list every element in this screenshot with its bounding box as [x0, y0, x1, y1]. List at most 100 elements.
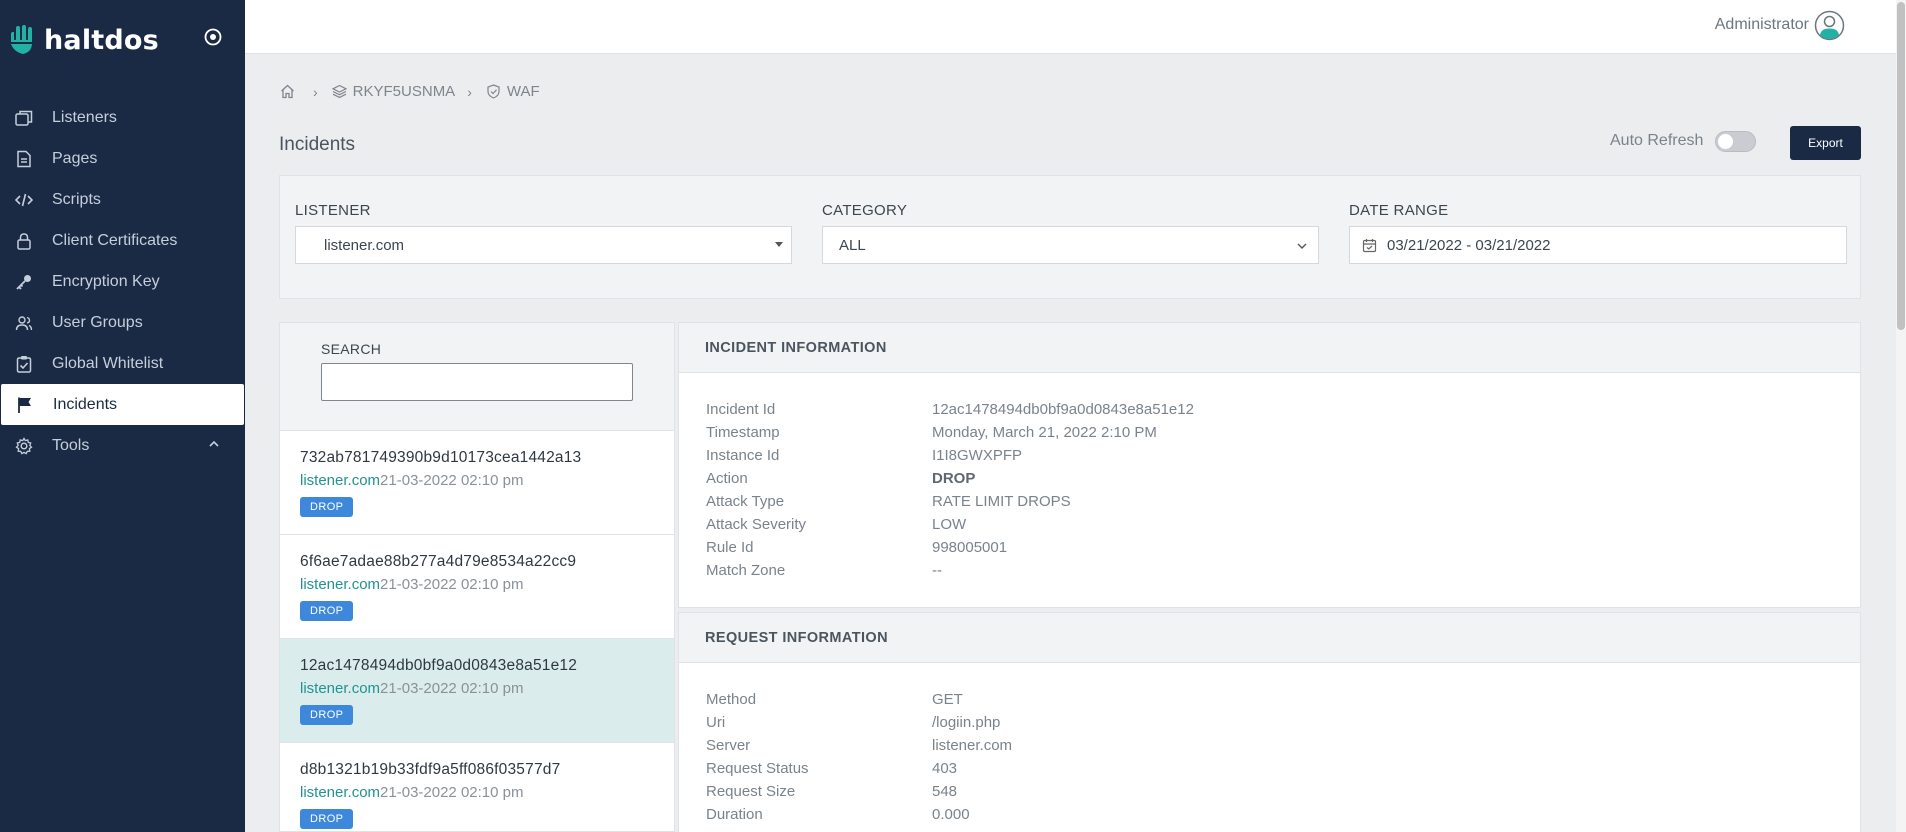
sidebar-item-listeners[interactable]: Listeners	[0, 97, 245, 138]
sidebar-item-label: Encryption Key	[52, 272, 160, 290]
scrollbar-thumb[interactable]	[1897, 2, 1905, 330]
breadcrumb-section[interactable]: WAF	[486, 83, 540, 100]
info-value: listener.com	[932, 737, 1013, 754]
info-row: Rule Id 998005001	[706, 539, 1860, 562]
page-title: Incidents	[279, 134, 356, 155]
category-label: CATEGORY	[822, 202, 908, 219]
incident-host: listener.com	[300, 472, 381, 489]
key-icon	[14, 272, 34, 292]
listener-select[interactable]: listener.com	[295, 226, 792, 264]
sidebar-item-user-groups[interactable]: User Groups	[0, 302, 245, 343]
shield-check-icon	[487, 84, 500, 99]
info-row: Method GET	[706, 691, 1860, 714]
brand-name: haltdos	[44, 24, 159, 56]
export-button[interactable]: Export	[1790, 126, 1861, 160]
listener-label: LISTENER	[295, 202, 371, 219]
info-value: RATE LIMIT DROPS	[932, 493, 1071, 510]
incident-information-title: INCIDENT INFORMATION	[679, 323, 1860, 373]
info-row: Incident Id 12ac1478494db0bf9a0d0843e8a51…	[706, 401, 1860, 424]
document-icon	[14, 149, 34, 169]
action-badge: DROP	[300, 705, 354, 725]
info-key: Attack Type	[706, 493, 785, 510]
info-key: Server	[706, 737, 751, 754]
auto-refresh-toggle[interactable]	[1715, 131, 1756, 152]
sidebar-item-scripts[interactable]: Scripts	[0, 179, 245, 220]
topbar: Administrator	[245, 0, 1906, 54]
incident-list-item[interactable]: 6f6ae7adae88b277a4d79e8534a22cc9 listene…	[280, 535, 674, 639]
incident-id: 12ac1478494db0bf9a0d0843e8a51e12	[300, 657, 578, 674]
lock-icon	[14, 231, 34, 251]
date-range-value: 03/21/2022 - 03/21/2022	[1387, 236, 1551, 254]
info-row: Action DROP	[706, 470, 1860, 493]
info-row: Uri/logiin.php	[706, 714, 1860, 737]
info-key: Action	[706, 470, 748, 487]
category-select[interactable]: ALL	[822, 226, 1319, 264]
incident-list-panel: SEARCH 732ab781749390b9d10173cea1442a13 …	[279, 322, 675, 832]
breadcrumb-instance[interactable]: RKYF5USNMA	[331, 83, 456, 100]
info-value: I1I8GWXPFP	[932, 447, 1023, 464]
info-row: Timestamp Monday, March 21, 2022 2:10 PM	[706, 424, 1860, 447]
info-row: Instance Id I1I8GWXPFP	[706, 447, 1860, 470]
sidebar-item-label: Scripts	[52, 190, 101, 208]
incident-host: listener.com	[300, 784, 381, 801]
haltdos-logo-icon	[10, 25, 34, 54]
code-icon	[14, 190, 34, 210]
sidebar-item-incidents[interactable]: Incidents	[1, 384, 244, 425]
search-input[interactable]	[321, 363, 633, 401]
sidebar-nav: Listeners Pages Scripts Client Certifica…	[0, 97, 245, 466]
info-key: Instance Id	[706, 447, 780, 464]
layers-icon	[331, 84, 347, 99]
breadcrumb-separator: ›	[467, 83, 472, 100]
date-range-filter: DATE RANGE 03/21/2022 - 03/21/2022	[1349, 202, 1847, 264]
user-name[interactable]: Administrator	[1715, 16, 1809, 34]
category-value: ALL	[839, 236, 866, 254]
users-icon	[14, 313, 34, 333]
incident-list-item[interactable]: 732ab781749390b9d10173cea1442a13 listene…	[280, 431, 674, 535]
search-label: SEARCH	[321, 341, 382, 357]
info-key: Attack Severity	[706, 516, 807, 533]
page-scrollbar[interactable]	[1896, 0, 1906, 832]
home-icon	[281, 84, 294, 99]
info-key: Uri	[706, 714, 726, 731]
info-value: 0.000	[932, 806, 970, 823]
breadcrumb-home[interactable]	[280, 84, 301, 99]
sidebar-item-label: Global Whitelist	[52, 354, 164, 372]
chevron-up-icon[interactable]	[207, 437, 221, 451]
sidebar-item-label: Pages	[52, 149, 98, 167]
incident-time: 21-03-2022 02:10 pm	[380, 680, 524, 697]
incident-time: 21-03-2022 02:10 pm	[380, 576, 524, 593]
incident-id: 6f6ae7adae88b277a4d79e8534a22cc9	[300, 553, 577, 570]
sidebar-item-client-certificates[interactable]: Client Certificates	[0, 220, 245, 261]
date-range-label: DATE RANGE	[1349, 202, 1449, 219]
incident-information-body: Incident Id 12ac1478494db0bf9a0d0843e8a51…	[679, 373, 1860, 585]
info-key: Incident Id	[706, 401, 776, 418]
caret-down-icon	[775, 242, 783, 247]
breadcrumb-instance-label: RKYF5USNMA	[352, 83, 456, 100]
sidebar-item-tools[interactable]: Tools	[0, 425, 245, 466]
action-badge: DROP	[300, 497, 354, 517]
sidebar-item-pages[interactable]: Pages	[0, 138, 245, 179]
sidebar-item-encryption-key[interactable]: Encryption Key	[0, 261, 245, 302]
incident-list-item[interactable]: d8b1321b19b33fdf9a5ff086f03577d7 listene…	[280, 743, 674, 831]
incident-time: 21-03-2022 02:10 pm	[380, 472, 524, 489]
listener-filter: LISTENER listener.com	[295, 202, 792, 264]
date-range-input[interactable]: 03/21/2022 - 03/21/2022	[1349, 226, 1847, 264]
breadcrumb-section-label: WAF	[506, 83, 540, 100]
user-avatar-icon[interactable]	[1814, 10, 1845, 41]
clipboard-check-icon	[14, 354, 34, 374]
sidebar-item-label: User Groups	[52, 313, 143, 331]
info-key: Request Size	[706, 783, 796, 800]
incident-time: 21-03-2022 02:10 pm	[380, 784, 524, 801]
info-value: 548	[932, 783, 958, 800]
info-value: 403	[932, 760, 958, 777]
auto-refresh-label: Auto Refresh	[1610, 132, 1704, 149]
sidebar-item-global-whitelist[interactable]: Global Whitelist	[0, 343, 245, 384]
info-row: Attack Type RATE LIMIT DROPS	[706, 493, 1860, 516]
info-value: 12ac1478494db0bf9a0d0843e8a51e12	[932, 401, 1194, 418]
sidebar-toggle-icon[interactable]	[203, 27, 223, 47]
brand[interactable]: haltdos	[8, 20, 159, 60]
incident-list-item-selected[interactable]: 12ac1478494db0bf9a0d0843e8a51e12 listene…	[280, 639, 674, 743]
info-value: --	[932, 562, 942, 579]
search-area: SEARCH	[280, 323, 674, 431]
info-row: Attack Severity LOW	[706, 516, 1860, 539]
